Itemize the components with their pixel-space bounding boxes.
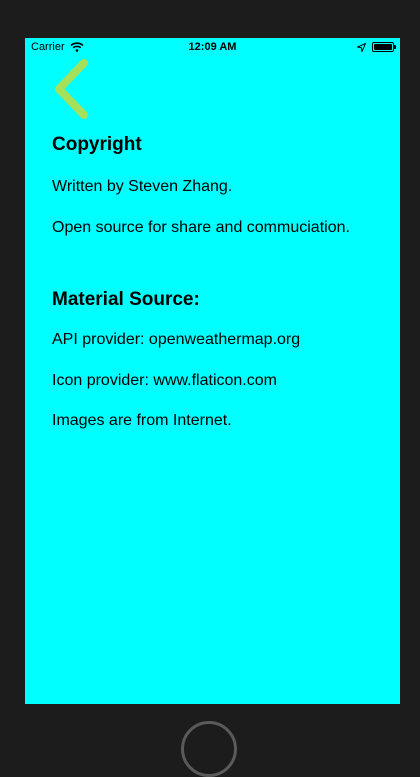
icon-provider-line: Icon provider: www.flaticon.com (52, 372, 277, 389)
images-source-line: Images are from Internet. (52, 412, 232, 429)
home-button[interactable] (181, 721, 237, 777)
copyright-author-line: Written by Steven Zhang. (52, 178, 233, 195)
api-provider-line: API provider: openweathermap.org (52, 331, 301, 348)
status-time: 12:09 AM (188, 41, 237, 53)
status-bar: Carrier 12:09 AM (25, 38, 400, 58)
chevron-left-icon (55, 59, 88, 119)
copyright-license-line: Open source for share and commuciation. (52, 219, 350, 236)
material-source-heading: Material Source: (52, 289, 200, 310)
copyright-heading: Copyright (52, 134, 142, 155)
back-button[interactable] (51, 58, 93, 120)
status-right-group (357, 42, 396, 52)
battery-full-icon (372, 42, 396, 52)
location-arrow-icon (357, 42, 366, 52)
app-screen: Carrier 12:09 AM Copyright Written by St… (25, 38, 400, 704)
